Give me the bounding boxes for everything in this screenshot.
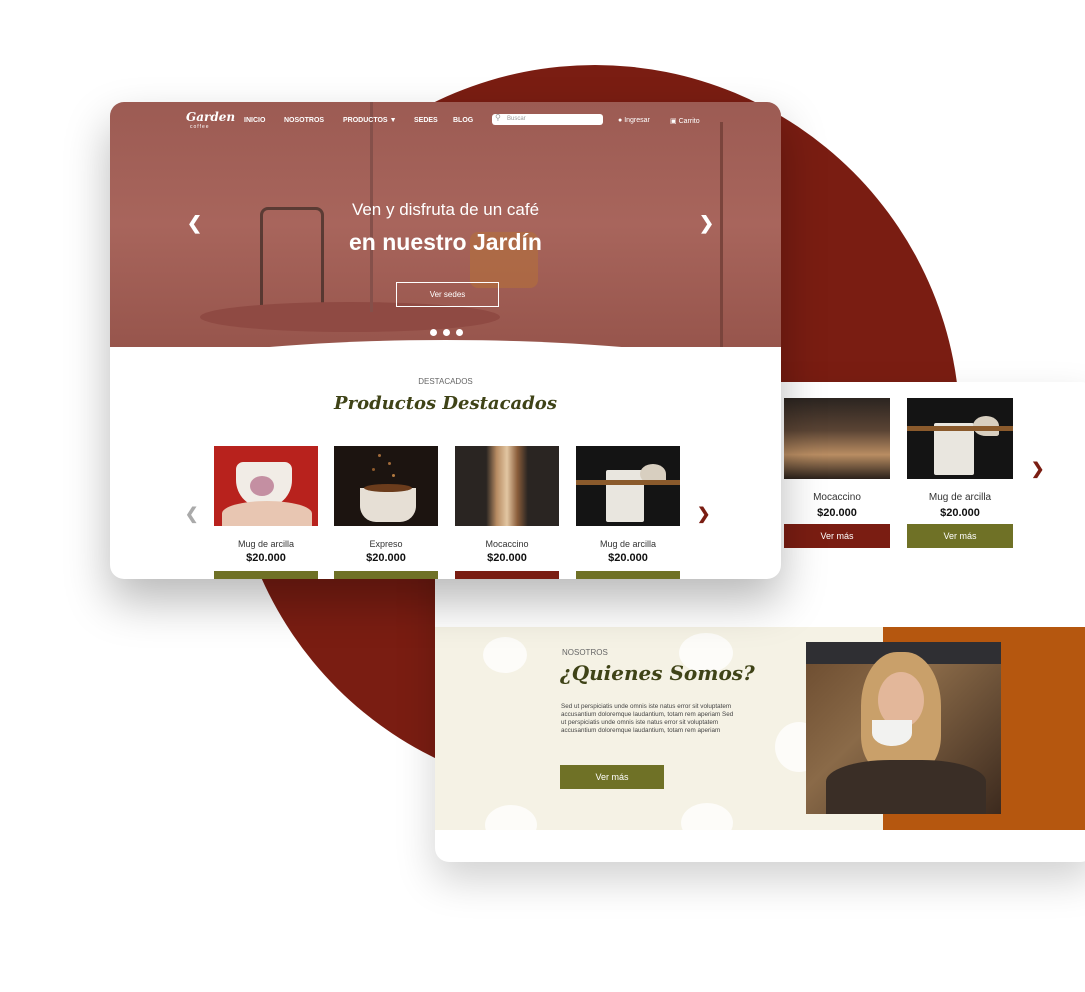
section-kicker: NOSOTROS — [562, 648, 608, 657]
product-price: $20.000 — [246, 552, 286, 564]
product-price: $20.000 — [940, 507, 980, 519]
hero-title: en nuestro Jardín — [349, 229, 542, 255]
product-image — [576, 446, 680, 526]
product-image — [455, 446, 559, 526]
login-link[interactable]: ● Ingresar — [618, 117, 650, 124]
nav-nosotros[interactable]: NOSOTROS — [284, 117, 324, 124]
ver-mas-button[interactable]: Ver más — [907, 524, 1013, 548]
product-price: $20.000 — [487, 552, 527, 564]
carousel-dot[interactable] — [456, 329, 463, 336]
section-body: Sed ut perspiciatis unde omnis iste natu… — [561, 703, 734, 734]
search-icon: ⚲ — [495, 113, 501, 122]
section-title: ¿Quienes Somos? — [560, 661, 755, 685]
ver-mas-button[interactable] — [214, 571, 318, 579]
login-label: Ingresar — [624, 117, 650, 124]
nav-productos-label: PRODUCTOS — [343, 117, 388, 124]
user-icon: ● — [618, 117, 623, 124]
product-image — [784, 398, 890, 479]
nav-blog[interactable]: BLOG — [453, 117, 473, 124]
hero-curve — [110, 340, 781, 347]
cart-link[interactable]: ▣ Carrito — [670, 117, 700, 125]
product-price: $20.000 — [366, 552, 406, 564]
hero-banner: Garden coffee INICIO NOSOTROS PRODUCTOS … — [110, 102, 781, 347]
product-name: Mug de arcilla — [599, 539, 657, 549]
chevron-right-icon[interactable]: ❯ — [1031, 459, 1044, 479]
product-name: Mocaccino — [485, 539, 529, 549]
product-card-mocaccino[interactable]: Mocaccino $20.000 Ver más — [784, 398, 890, 548]
product-card[interactable]: Mocaccino $20.000 — [455, 446, 559, 579]
product-card[interactable]: Mug de arcilla $20.000 — [214, 446, 318, 579]
ver-mas-button[interactable]: Ver más — [560, 765, 664, 789]
chevron-down-icon: ▼ — [389, 117, 397, 124]
product-card[interactable]: Mug de arcilla $20.000 — [576, 446, 680, 579]
cart-icon: ▣ — [670, 118, 677, 125]
top-navigation: Garden coffee INICIO NOSOTROS PRODUCTOS … — [110, 111, 781, 131]
ver-sedes-button[interactable]: Ver sedes — [396, 282, 499, 307]
coffee-bean-icon — [483, 637, 527, 673]
ver-mas-button[interactable] — [576, 571, 680, 579]
product-name: Expreso — [369, 539, 403, 549]
coffee-bean-icon — [681, 803, 733, 830]
woman-drinking-coffee-photo — [806, 642, 1001, 814]
product-card[interactable]: Expreso $20.000 — [334, 446, 438, 579]
product-name: Mocaccino — [813, 492, 861, 503]
product-image — [334, 446, 438, 526]
section-kicker: DESTACADOS — [418, 377, 473, 386]
nav-inicio[interactable]: INICIO — [244, 117, 265, 124]
nav-productos[interactable]: PRODUCTOS ▼ — [343, 117, 397, 124]
carousel-dot[interactable] — [443, 329, 450, 336]
ver-mas-button[interactable] — [334, 571, 438, 579]
section-title: Productos Destacados — [334, 393, 557, 414]
search-input[interactable]: ⚲ Buscar — [492, 113, 603, 125]
chevron-left-icon[interactable]: ❮ — [185, 504, 198, 524]
product-image — [907, 398, 1013, 479]
carousel-dot[interactable] — [430, 329, 437, 336]
product-name: Mug de arcilla — [928, 492, 992, 503]
product-price: $20.000 — [608, 552, 648, 564]
logo[interactable]: Garden — [186, 111, 235, 123]
hero-subtitle: Ven y disfruta de un café — [351, 200, 540, 219]
chevron-right-icon[interactable]: ❯ — [697, 504, 710, 524]
nav-sedes[interactable]: SEDES — [414, 117, 438, 124]
product-card-mug[interactable]: Mug de arcilla $20.000 Ver más — [907, 398, 1013, 548]
product-price: $20.000 — [817, 507, 857, 519]
about-section: NOSOTROS ¿Quienes Somos? Sed ut perspici… — [435, 627, 1085, 830]
cart-label: Carrito — [678, 118, 700, 125]
coffee-bean-icon — [485, 805, 537, 830]
logo-subtitle: coffee — [190, 124, 210, 130]
product-image — [214, 446, 318, 526]
main-screen-card: Garden coffee INICIO NOSOTROS PRODUCTOS … — [110, 102, 781, 579]
search-placeholder: Buscar — [507, 116, 526, 122]
ver-mas-button[interactable] — [455, 571, 559, 579]
product-name: Mug de arcilla — [237, 539, 295, 549]
ver-mas-button[interactable]: Ver más — [784, 524, 890, 548]
